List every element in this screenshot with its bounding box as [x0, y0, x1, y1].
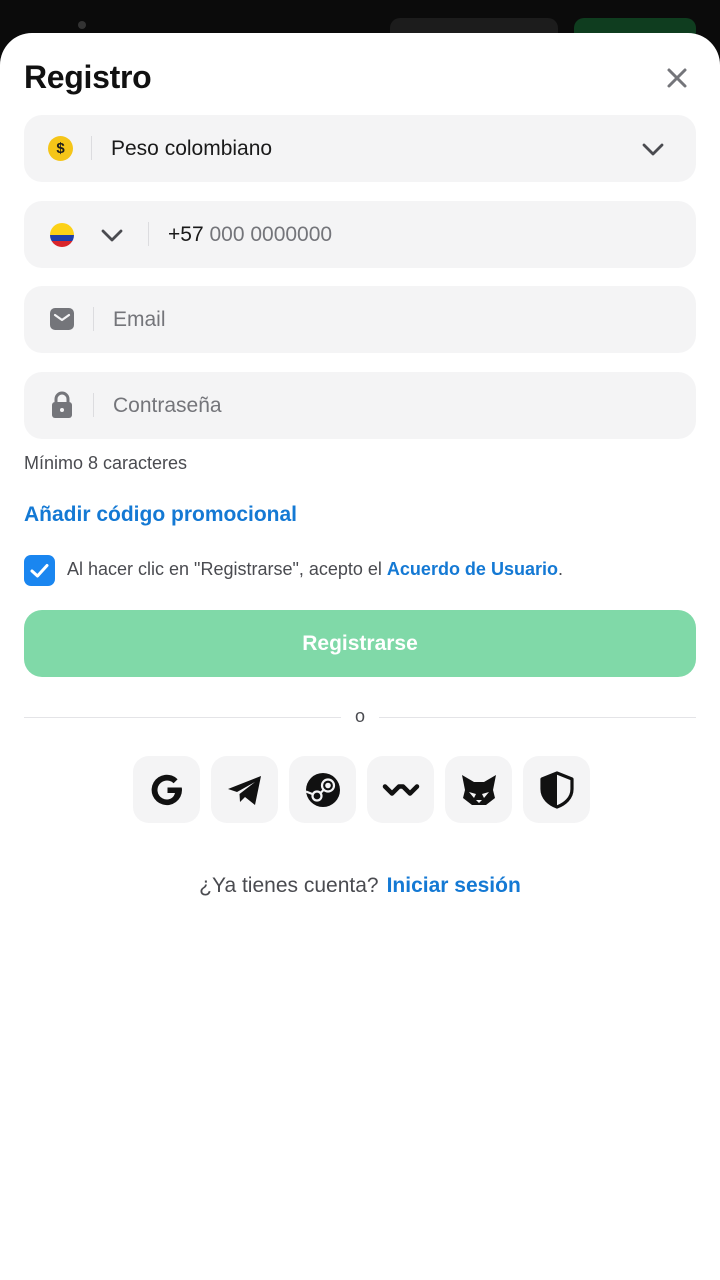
- telegram-icon: [227, 775, 261, 805]
- currency-select[interactable]: $ Peso colombiano: [24, 115, 696, 182]
- google-icon: [151, 774, 182, 805]
- page-title: Registro: [24, 59, 152, 95]
- divider-label: o: [354, 706, 365, 726]
- agreement-label: Al hacer clic en "Registrarse", acepto e…: [67, 559, 387, 579]
- login-link[interactable]: Iniciar sesión: [387, 874, 521, 897]
- add-promo-code-link[interactable]: Añadir código promocional: [24, 503, 297, 527]
- register-button[interactable]: Registrarse: [24, 610, 696, 677]
- email-input-placeholder[interactable]: Email: [113, 306, 166, 333]
- field-separator: [148, 222, 149, 246]
- currency-value: Peso colombiano: [111, 137, 273, 160]
- coin-icon: $: [48, 136, 73, 161]
- chevron-down-icon: [642, 143, 664, 156]
- login-prompt: ¿Ya tienes cuenta? Iniciar sesión: [0, 874, 720, 898]
- field-separator: [91, 136, 92, 160]
- walletconnect-login-button[interactable]: [367, 756, 434, 823]
- country-chevron-down-icon[interactable]: [99, 223, 125, 247]
- shield-icon: [539, 770, 574, 809]
- close-button[interactable]: [662, 63, 692, 93]
- divider-line-right: [379, 717, 696, 718]
- google-login-button[interactable]: [133, 756, 200, 823]
- metamask-login-button[interactable]: [445, 756, 512, 823]
- password-field[interactable]: Contraseña: [24, 372, 696, 439]
- agreement-suffix: .: [557, 559, 563, 579]
- agreement-checkbox[interactable]: [24, 555, 55, 586]
- registration-sheet: Registro $ Peso colombiano +57 000 00000…: [0, 33, 720, 1280]
- password-input-placeholder[interactable]: Contraseña: [113, 392, 222, 419]
- user-agreement-link[interactable]: Acuerdo de Usuario: [387, 559, 558, 579]
- login-question: ¿Ya tienes cuenta?: [199, 874, 379, 897]
- shield-login-button[interactable]: [523, 756, 590, 823]
- phone-field[interactable]: +57 000 0000000: [24, 201, 696, 268]
- password-hint: Mínimo 8 caracteres: [24, 453, 188, 473]
- metamask-icon: [461, 774, 496, 805]
- phone-country-code: +57: [168, 223, 204, 246]
- colombia-flag-icon[interactable]: [50, 223, 74, 247]
- phone-input-placeholder[interactable]: 000 0000000: [209, 223, 332, 246]
- steam-icon: [305, 772, 340, 807]
- checkmark-icon: [30, 564, 49, 578]
- walletconnect-icon: [382, 783, 419, 796]
- telegram-login-button[interactable]: [211, 756, 278, 823]
- divider-line-left: [24, 717, 341, 718]
- close-icon: [667, 68, 687, 88]
- field-separator: [93, 307, 94, 331]
- steam-login-button[interactable]: [289, 756, 356, 823]
- email-field[interactable]: Email: [24, 286, 696, 353]
- envelope-icon: [50, 308, 74, 330]
- status-dot: [78, 21, 86, 29]
- lock-icon: [52, 391, 72, 418]
- field-separator: [93, 393, 94, 417]
- agreement-text: Al hacer clic en "Registrarse", acepto e…: [67, 559, 563, 580]
